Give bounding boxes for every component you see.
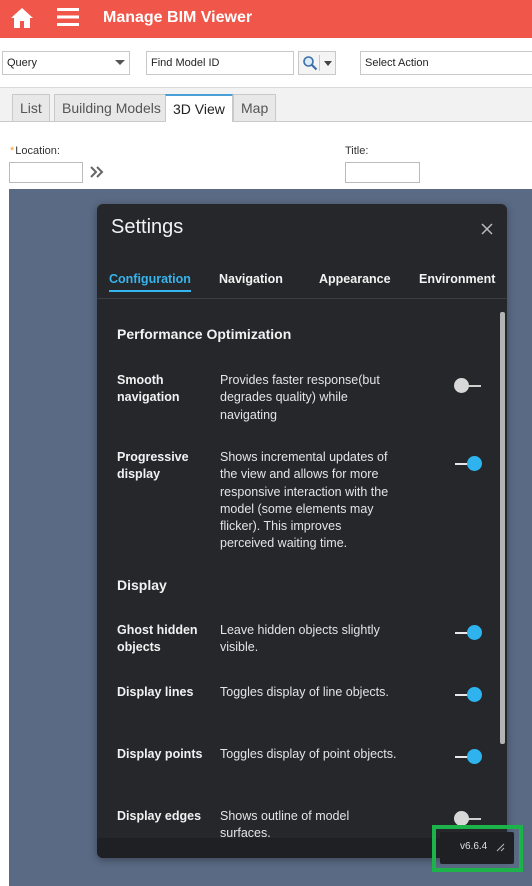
select-action-dropdown[interactable]: Select Action xyxy=(360,51,532,75)
app-header: Manage BIM Viewer xyxy=(0,0,532,38)
query-select[interactable]: Query xyxy=(2,51,130,75)
chevron-down-icon xyxy=(115,60,125,65)
setting-desc-smooth-navigation: Provides faster response(but degrades qu… xyxy=(220,373,380,422)
tab-navigation[interactable]: Navigation xyxy=(219,272,283,290)
app-title: Manage BIM Viewer xyxy=(103,9,253,26)
search-button[interactable] xyxy=(298,51,336,75)
hamburger-menu-icon[interactable] xyxy=(56,6,80,28)
setting-desc-progressive-display: Shows incremental updates of the view an… xyxy=(220,450,389,551)
tab-3d-view[interactable]: 3D View xyxy=(165,94,233,122)
setting-label-display-edges: Display edges xyxy=(117,809,202,823)
setting-label-smooth-navigation: Smooth navigation xyxy=(117,373,180,404)
location-input[interactable] xyxy=(9,162,83,183)
toggle-progressive-display[interactable] xyxy=(453,455,483,473)
tab-building-models[interactable]: Building Models xyxy=(54,94,169,121)
toggle-display-points[interactable] xyxy=(453,748,483,766)
location-label: *Location: xyxy=(10,145,60,157)
settings-content: Performance Optimization Smooth navigati… xyxy=(97,300,507,840)
close-icon[interactable] xyxy=(478,220,496,238)
setting-desc-ghost-hidden-objects: Leave hidden objects slightly visible. xyxy=(220,623,380,655)
settings-scroll-thumb[interactable] xyxy=(500,312,505,744)
setting-label-display-lines: Display lines xyxy=(117,685,194,699)
select-action-value: Select Action xyxy=(365,57,429,69)
toggle-smooth-navigation[interactable] xyxy=(453,377,483,395)
highlight-frame xyxy=(432,825,523,872)
tab-divider xyxy=(97,298,507,299)
find-model-value: Find Model ID xyxy=(151,57,220,69)
tab-appearance[interactable]: Appearance xyxy=(319,272,391,290)
tab-bar: List Building Models 3D View Map xyxy=(0,88,532,122)
toolbar: Query Find Model ID Select Action xyxy=(0,38,532,88)
required-marker: * xyxy=(10,145,15,157)
setting-label-progressive-display: Progressive display xyxy=(117,450,189,481)
tab-environment[interactable]: Environment xyxy=(419,272,495,290)
chevron-down-icon[interactable] xyxy=(324,61,332,66)
setting-desc-display-lines: Toggles display of line objects. xyxy=(220,685,389,699)
double-chevron-right-icon[interactable] xyxy=(90,164,104,180)
setting-label-ghost-hidden-objects: Ghost hidden objects xyxy=(117,623,198,654)
section-title-performance: Performance Optimization xyxy=(117,326,292,342)
setting-label-display-points: Display points xyxy=(117,747,203,761)
find-model-input[interactable]: Find Model ID xyxy=(146,51,294,75)
tab-map[interactable]: Map xyxy=(233,94,277,121)
title-input[interactable] xyxy=(345,162,420,183)
section-title-display: Display xyxy=(117,577,167,593)
query-select-value: Query xyxy=(7,57,37,69)
search-icon xyxy=(303,56,318,71)
toggle-ghost-hidden-objects[interactable] xyxy=(453,624,483,642)
settings-title: Settings xyxy=(111,216,184,238)
search-button-divider xyxy=(319,55,320,71)
setting-desc-display-points: Toggles display of point objects. xyxy=(220,747,397,761)
settings-panel: Settings Configuration Navigation Appear… xyxy=(97,204,507,858)
toggle-display-lines[interactable] xyxy=(453,686,483,704)
tab-configuration[interactable]: Configuration xyxy=(109,272,191,292)
location-label-text: Location: xyxy=(15,145,60,157)
home-icon[interactable] xyxy=(10,6,34,30)
tab-list[interactable]: List xyxy=(12,94,50,121)
title-label: Title: xyxy=(345,145,369,157)
